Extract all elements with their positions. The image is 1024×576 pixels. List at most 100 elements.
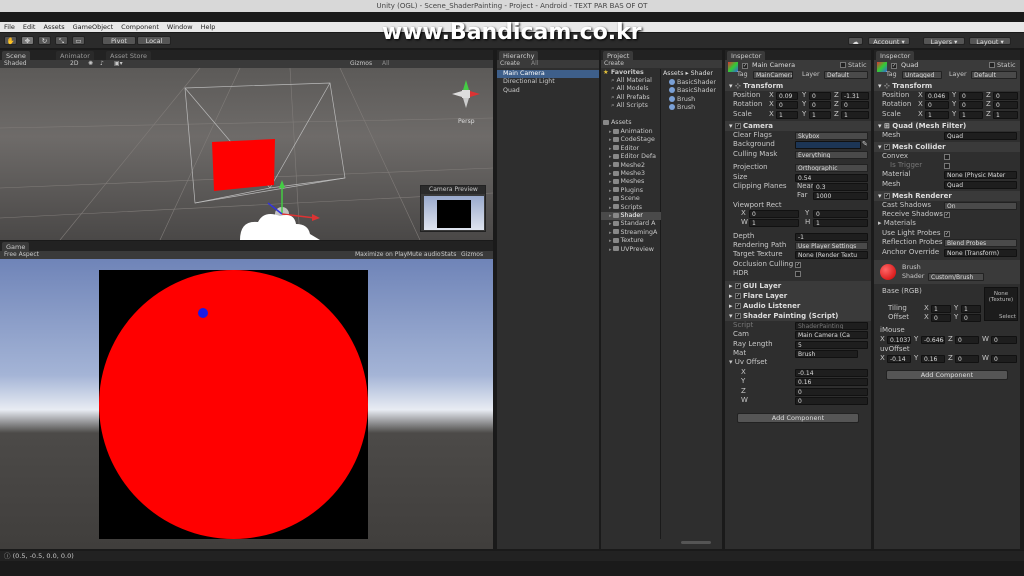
- rotation-x-field[interactable]: 0: [925, 101, 949, 109]
- menu-component[interactable]: Component: [121, 23, 159, 31]
- rotation-z-field[interactable]: 0: [993, 101, 1018, 109]
- rendering-path-dropdown[interactable]: Use Player Settings: [795, 242, 868, 250]
- projection-dropdown[interactable]: Orthographic: [795, 164, 868, 172]
- materials-label[interactable]: ▸ Materials: [878, 219, 916, 229]
- mute-audio-toggle[interactable]: Mute audio: [407, 251, 441, 259]
- imouse-y-field[interactable]: -0.6464: [921, 336, 945, 344]
- light-probes-checkbox[interactable]: ✓: [944, 231, 950, 237]
- active-checkbox[interactable]: ✓: [891, 62, 899, 70]
- tab-game[interactable]: Game: [2, 242, 30, 251]
- object-name-field[interactable]: Main Camera: [752, 61, 795, 69]
- favorite-item[interactable]: ⌕ All Material: [601, 77, 661, 85]
- position-z-field[interactable]: 0: [993, 92, 1018, 100]
- scale-x-field[interactable]: 1: [776, 111, 798, 119]
- folder-item[interactable]: ▸ Scene: [601, 195, 661, 203]
- shader-painting-header[interactable]: ▾ ✓ Shader Painting (Script): [725, 311, 871, 321]
- hierarchy-search[interactable]: All: [531, 60, 538, 68]
- tiling-x-field[interactable]: 1: [931, 305, 951, 313]
- scale-z-field[interactable]: 1: [993, 111, 1018, 119]
- object-name-field[interactable]: Quad: [901, 61, 918, 69]
- flare-layer-header[interactable]: ▸ ✓ Flare Layer: [725, 291, 871, 301]
- uv-y-field[interactable]: 0.16: [795, 378, 868, 386]
- tab-asset-store[interactable]: Asset Store: [106, 51, 152, 60]
- eyedropper-icon[interactable]: ✎: [862, 140, 868, 150]
- position-y-field[interactable]: 0: [959, 92, 983, 100]
- mesh-filter-header[interactable]: ▾ ⊞ Quad (Mesh Filter): [874, 121, 1020, 131]
- menu-window[interactable]: Window: [167, 23, 193, 31]
- position-x-field[interactable]: 0.09: [776, 92, 798, 100]
- hdr-checkbox[interactable]: [795, 271, 801, 277]
- tiling-y-field[interactable]: 1: [961, 305, 981, 313]
- tab-inspector-2[interactable]: Inspector: [876, 51, 915, 60]
- asset-item[interactable]: BasicShader: [663, 79, 721, 87]
- rotation-z-field[interactable]: 0: [841, 101, 869, 109]
- tab-inspector[interactable]: Inspector: [727, 51, 766, 60]
- project-breadcrumb[interactable]: Assets ▸ Shader: [663, 70, 713, 77]
- audio-listener-header[interactable]: ▸ ✓ Audio Listener: [725, 301, 871, 311]
- shader-dropdown[interactable]: Custom/Brush: [928, 273, 984, 281]
- uvoffset-x-field[interactable]: -0.14: [887, 355, 911, 363]
- material-field[interactable]: None (Physic Mater: [944, 171, 1017, 179]
- imouse-w-field[interactable]: 0: [991, 336, 1017, 344]
- folder-item[interactable]: ▸ Meshe2: [601, 162, 661, 170]
- viewport-w-field[interactable]: 1: [749, 219, 799, 227]
- scale-y-field[interactable]: 1: [809, 111, 831, 119]
- target-texture-field[interactable]: None (Render Textu: [795, 251, 868, 259]
- far-field[interactable]: 1000: [813, 192, 868, 200]
- ray-length-field[interactable]: 5: [795, 341, 868, 349]
- tab-animator[interactable]: Animator: [56, 51, 94, 60]
- camera-component-header[interactable]: ▾ ✓ Camera: [725, 121, 871, 131]
- lighting-toggle[interactable]: ✺: [88, 60, 93, 68]
- uv-w-field[interactable]: 0: [795, 397, 868, 405]
- asset-item[interactable]: Brush: [663, 104, 721, 112]
- rotation-y-field[interactable]: 0: [809, 101, 831, 109]
- tab-project[interactable]: Project: [603, 51, 634, 60]
- scale-y-field[interactable]: 1: [959, 111, 983, 119]
- 2d-toggle[interactable]: 2D: [70, 60, 78, 68]
- imouse-z-field[interactable]: 0: [955, 336, 979, 344]
- project-create-button[interactable]: Create: [604, 60, 624, 68]
- aspect-dropdown[interactable]: Free Aspect: [4, 251, 39, 259]
- mat-field[interactable]: Brush: [795, 350, 858, 358]
- scale-x-field[interactable]: 1: [925, 111, 949, 119]
- hierarchy-create-button[interactable]: Create: [500, 60, 520, 68]
- rotation-y-field[interactable]: 0: [959, 101, 983, 109]
- offset-y-field[interactable]: 0: [961, 314, 981, 322]
- effects-toggle[interactable]: ▣▾: [114, 60, 123, 68]
- mesh-field[interactable]: Quad: [944, 132, 1017, 140]
- maximize-on-play-toggle[interactable]: Maximize on Play: [355, 251, 407, 259]
- folder-item[interactable]: ▸ Scripts: [601, 204, 661, 212]
- uv-z-field[interactable]: 0: [795, 388, 868, 396]
- rotate-tool-button[interactable]: ↻: [38, 36, 51, 45]
- near-field[interactable]: 0.3: [813, 183, 868, 191]
- account-dropdown[interactable]: Account ▾: [868, 37, 910, 46]
- gizmos-toggle[interactable]: Gizmos: [461, 251, 483, 259]
- gui-layer-header[interactable]: ▸ ✓ GUI Layer: [725, 281, 871, 291]
- folder-item[interactable]: ▸ CodeStage: [601, 136, 661, 144]
- viewport-x-field[interactable]: 0: [749, 210, 799, 218]
- project-zoom-slider[interactable]: [681, 541, 711, 544]
- collider-mesh-field[interactable]: Quad: [944, 181, 1017, 189]
- receive-shadows-checkbox[interactable]: ✓: [944, 212, 950, 218]
- folder-item[interactable]: ▸ Animation: [601, 128, 661, 136]
- size-field[interactable]: 0.54: [795, 174, 868, 182]
- transform-header[interactable]: ▾ ⊹ Transform: [725, 81, 871, 91]
- add-component-button[interactable]: Add Component: [737, 413, 859, 423]
- pivot-button[interactable]: Pivot: [102, 36, 136, 45]
- layers-dropdown[interactable]: Layers ▾: [923, 37, 965, 46]
- tab-hierarchy[interactable]: Hierarchy: [499, 51, 539, 60]
- add-component-button-2[interactable]: Add Component: [886, 370, 1008, 380]
- shaded-dropdown[interactable]: Shaded: [4, 60, 27, 68]
- material-header[interactable]: Brush Shader Custom/Brush: [874, 260, 1020, 284]
- folder-item[interactable]: ▸ Texture: [601, 237, 661, 245]
- cloud-button[interactable]: ☁: [848, 37, 863, 46]
- trigger-checkbox[interactable]: [944, 163, 950, 169]
- uvoffset-z-field[interactable]: 0: [955, 355, 979, 363]
- stats-toggle[interactable]: Stats: [441, 251, 456, 259]
- mesh-renderer-header[interactable]: ▾ ✓ Mesh Renderer: [874, 191, 1020, 201]
- folder-item[interactable]: ▸ StreamingA: [601, 229, 661, 237]
- layer-dropdown[interactable]: Default: [824, 71, 868, 79]
- folder-item[interactable]: ▸ Editor: [601, 145, 661, 153]
- favorite-item[interactable]: ⌕ All Scripts: [601, 102, 661, 110]
- rect-tool-button[interactable]: ▭: [72, 36, 85, 45]
